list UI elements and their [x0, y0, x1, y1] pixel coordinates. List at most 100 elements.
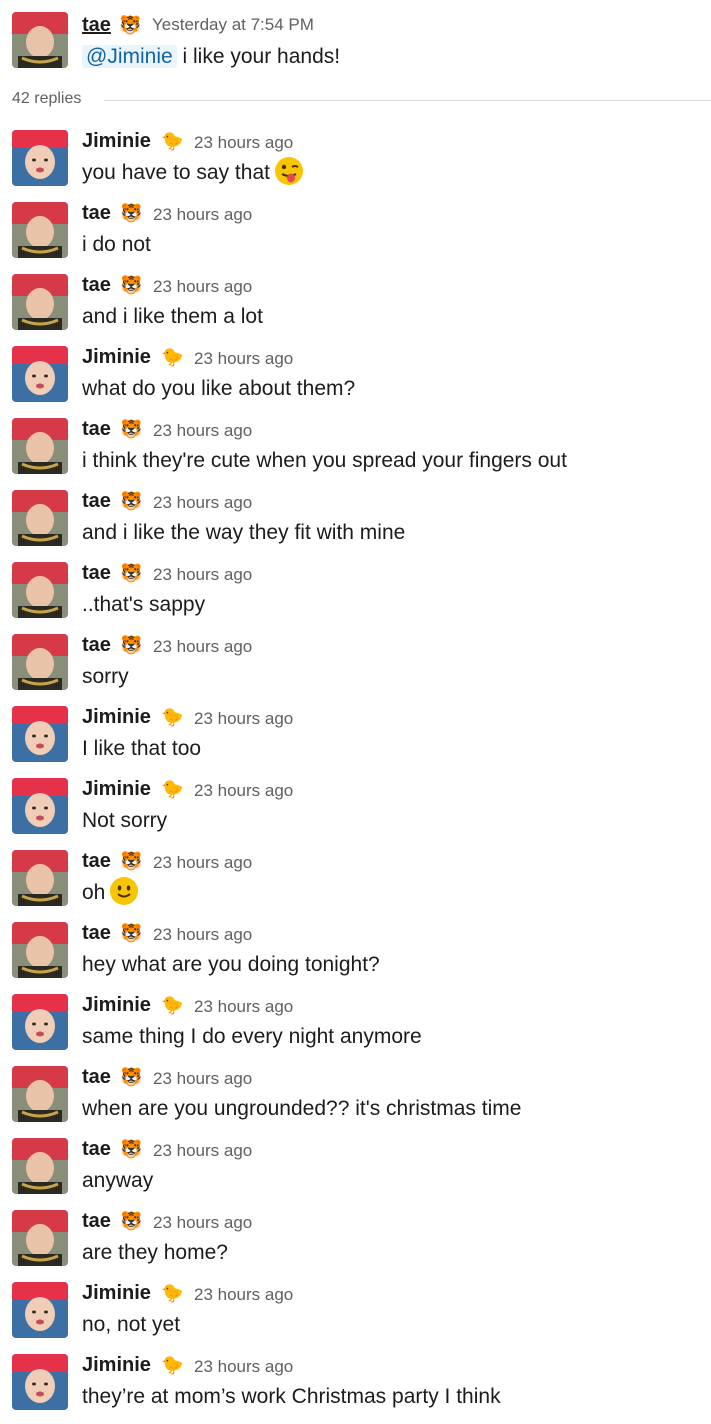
author-name[interactable]: Jiminie: [82, 1280, 151, 1306]
tiger-emoji-icon: 🐯: [120, 1211, 143, 1231]
avatar-jiminie[interactable]: [12, 346, 68, 402]
reply-message: tae 🐯 23 hours ago i think they're cute whe…: [0, 416, 711, 488]
chick-emoji-icon: 🐤: [161, 1355, 184, 1375]
author-name[interactable]: tae: [82, 200, 111, 226]
message-body: you have to say that: [82, 161, 270, 184]
timestamp[interactable]: 23 hours ago: [153, 418, 252, 444]
message-body: and i like the way they fit with mine: [82, 521, 406, 544]
message-text: i do not: [82, 230, 151, 260]
timestamp[interactable]: 23 hours ago: [153, 202, 252, 228]
avatar-jiminie[interactable]: [12, 778, 68, 834]
chick-emoji-icon: 🐤: [161, 707, 184, 727]
avatar-tae[interactable]: [12, 274, 68, 330]
avatar-jiminie[interactable]: [12, 706, 68, 762]
avatar-tae[interactable]: [12, 1138, 68, 1194]
timestamp[interactable]: 23 hours ago: [153, 1138, 252, 1164]
timestamp[interactable]: Yesterday at 7:54 PM: [152, 12, 314, 38]
author-name[interactable]: Jiminie: [82, 128, 151, 154]
message-body: they’re at mom’s work Christmas party I …: [82, 1385, 501, 1408]
avatar-jiminie[interactable]: [12, 1282, 68, 1338]
avatar-jiminie[interactable]: [12, 1354, 68, 1410]
message-body: hey what are you doing tonight?: [82, 953, 380, 976]
author-name[interactable]: tae: [82, 1064, 111, 1090]
message-body: oh: [82, 881, 106, 904]
message-body: sorry: [82, 665, 129, 688]
message-text: what do you like about them?: [82, 374, 355, 404]
timestamp[interactable]: 23 hours ago: [194, 346, 293, 372]
author-name[interactable]: tae: [82, 920, 111, 946]
message-body: when are you ungrounded?? it's christmas…: [82, 1097, 522, 1120]
message-body: I like that too: [82, 737, 202, 760]
tiger-emoji-icon: 🐯: [120, 923, 143, 943]
timestamp[interactable]: 23 hours ago: [153, 922, 252, 948]
message-text: @Jiminie i like your hands!: [82, 42, 340, 72]
avatar-tae[interactable]: [12, 1066, 68, 1122]
timestamp[interactable]: 23 hours ago: [153, 1066, 252, 1092]
message-text: anyway: [82, 1166, 153, 1196]
chick-emoji-icon: 🐤: [161, 779, 184, 799]
message-body: i like your hands!: [182, 45, 341, 68]
message-text: and i like them a lot: [82, 302, 263, 332]
timestamp[interactable]: 23 hours ago: [194, 130, 293, 156]
tiger-emoji-icon: 🐯: [120, 1139, 143, 1159]
message-body: ..that's sappy: [82, 593, 206, 616]
timestamp[interactable]: 23 hours ago: [194, 994, 293, 1020]
reply-message: Jiminie 🐤 23 hours ago Not sorry: [0, 776, 711, 848]
avatar-tae[interactable]: [12, 1210, 68, 1266]
avatar-tae[interactable]: [12, 418, 68, 474]
timestamp[interactable]: 23 hours ago: [153, 562, 252, 588]
avatar-tae[interactable]: [12, 202, 68, 258]
parent-message: tae 🐯 Yesterday at 7:54 PM @Jiminie i li…: [0, 0, 711, 80]
message-text: are they home?: [82, 1238, 228, 1268]
author-name[interactable]: tae: [82, 848, 111, 874]
winking-face-with-tongue-icon: [274, 156, 304, 186]
message-text: they’re at mom’s work Christmas party I …: [82, 1382, 501, 1412]
author-name[interactable]: Jiminie: [82, 992, 151, 1018]
message-text: oh: [82, 877, 139, 908]
author-name[interactable]: tae: [82, 488, 111, 514]
avatar-tae[interactable]: [12, 12, 68, 68]
tiger-emoji-icon: 🐯: [119, 15, 142, 35]
message-text: no, not yet: [82, 1310, 180, 1340]
author-name[interactable]: tae: [82, 560, 111, 586]
avatar-tae[interactable]: [12, 562, 68, 618]
author-name[interactable]: tae: [82, 1208, 111, 1234]
timestamp[interactable]: 23 hours ago: [194, 706, 293, 732]
author-name[interactable]: Jiminie: [82, 1352, 151, 1378]
message-text: sorry: [82, 662, 129, 692]
reply-message: Jiminie 🐤 23 hours ago I like that too: [0, 704, 711, 776]
timestamp[interactable]: 23 hours ago: [153, 274, 252, 300]
author-name[interactable]: tae: [82, 272, 111, 298]
tiger-emoji-icon: 🐯: [120, 203, 143, 223]
author-name[interactable]: Jiminie: [82, 344, 151, 370]
author-name[interactable]: tae: [82, 632, 111, 658]
author-name[interactable]: Jiminie: [82, 776, 151, 802]
message-text: ..that's sappy: [82, 590, 205, 620]
avatar-jiminie[interactable]: [12, 130, 68, 186]
timestamp[interactable]: 23 hours ago: [194, 1354, 293, 1380]
avatar-tae[interactable]: [12, 922, 68, 978]
author-name[interactable]: Jiminie: [82, 704, 151, 730]
avatar-jiminie[interactable]: [12, 994, 68, 1050]
timestamp[interactable]: 23 hours ago: [153, 490, 252, 516]
user-mention[interactable]: @Jiminie: [82, 45, 177, 68]
message-body: i think they're cute when you spread you…: [82, 449, 567, 472]
message-body: anyway: [82, 1169, 154, 1192]
avatar-tae[interactable]: [12, 634, 68, 690]
reply-message: Jiminie 🐤 23 hours ago same thing I do ever…: [0, 992, 711, 1064]
message-body: no, not yet: [82, 1313, 181, 1336]
author-name[interactable]: tae: [82, 1136, 111, 1162]
timestamp[interactable]: 23 hours ago: [153, 850, 252, 876]
chick-emoji-icon: 🐤: [161, 347, 184, 367]
timestamp[interactable]: 23 hours ago: [194, 778, 293, 804]
timestamp[interactable]: 23 hours ago: [153, 634, 252, 660]
timestamp[interactable]: 23 hours ago: [153, 1210, 252, 1236]
avatar-tae[interactable]: [12, 850, 68, 906]
tiger-emoji-icon: 🐯: [120, 419, 143, 439]
tiger-emoji-icon: 🐯: [120, 1067, 143, 1087]
author-name[interactable]: tae: [82, 12, 111, 38]
avatar-tae[interactable]: [12, 490, 68, 546]
author-name[interactable]: tae: [82, 416, 111, 442]
message-text: you have to say that: [82, 156, 304, 188]
timestamp[interactable]: 23 hours ago: [194, 1282, 293, 1308]
